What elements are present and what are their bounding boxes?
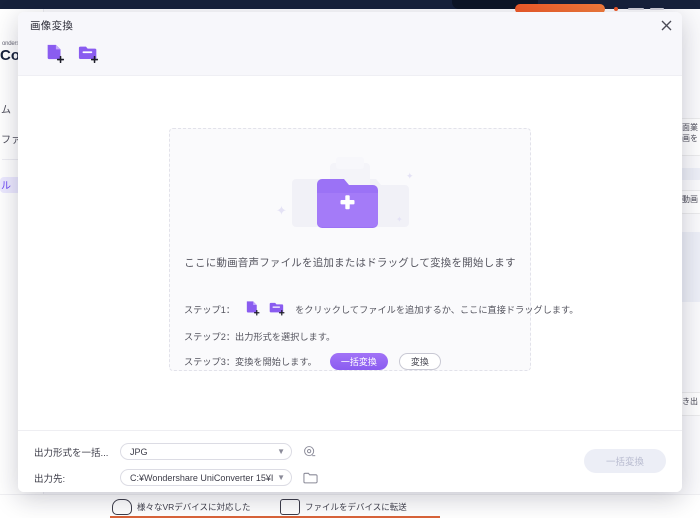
background-bottom-card-vr-label: 様々なVRデバイスに対応した: [137, 502, 251, 512]
dropzone-caption: ここに動画音声ファイルを追加またはドラッグして変換を開始します: [184, 256, 516, 269]
close-icon[interactable]: [656, 15, 676, 35]
step-2-text: ステップ2：出力形式を選択します。: [184, 331, 336, 342]
step-1-icons: [244, 300, 286, 319]
dialog-header: 画像変換: [18, 12, 682, 38]
step-2-row: ステップ2：出力形式を選択します。: [184, 329, 516, 343]
sparkle-icon-right-top: ✦: [406, 170, 414, 181]
background-dash-1: [628, 8, 644, 10]
add-folder-icon[interactable]: [78, 43, 100, 70]
file-dropzone[interactable]: ✦ ✦ ✦ ここに動画音声ファイルを追加またはドラッグして変換を開始します ステ…: [169, 127, 579, 371]
background-bottom-card-transfer[interactable]: ファイルをデバイスに転送: [280, 496, 407, 518]
dialog-toolbar: [18, 38, 682, 76]
sparkle-icon-left: ✦: [276, 202, 287, 218]
output-destination-value: C:¥Wondershare UniConverter 15¥Im: [130, 472, 275, 483]
batch-convert-button[interactable]: 一括変換: [329, 352, 388, 370]
sparkle-icon-right-bottom: ✦: [396, 214, 403, 224]
output-format-value: JPG: [130, 446, 148, 457]
dialog-body: ✦ ✦ ✦ ここに動画音声ファイルを追加またはドラッグして変換を開始します ステ…: [18, 76, 682, 430]
output-format-label: 出力形式を一括...: [34, 447, 109, 459]
vr-headset-icon: [112, 499, 132, 515]
step-add-file-icon[interactable]: [244, 300, 261, 319]
screen-root: ondershare Co ム ファ ル 面業 画を 動画 き出 様々なVRデバ…: [0, 0, 700, 518]
chevron-down-icon: ▼: [277, 447, 285, 456]
step-add-folder-icon[interactable]: [269, 300, 286, 319]
step-3-row: ステップ3：変換を開始します。 一括変換 変換: [184, 352, 516, 370]
folder-open-icon[interactable]: [302, 470, 318, 486]
output-destination-select[interactable]: C:¥Wondershare UniConverter 15¥Im ▼: [120, 469, 292, 486]
device-transfer-icon: [280, 499, 300, 515]
image-conversion-dialog: 画像変換 ✦ ✦ ✦ ここに動画音声ファイルを追加またはドラッグして変換を開始し…: [18, 12, 682, 492]
convert-button[interactable]: 変換: [398, 352, 441, 370]
output-destination-row: 出力先: C:¥Wondershare UniConverter 15¥Im ▼: [34, 467, 668, 488]
steps-list: ステップ1： をクリックしてファイルを追加するか、ここに直接ドラッグします。 ス…: [170, 288, 579, 380]
background-bottom-card-vr[interactable]: 様々なVRデバイスに対応した: [112, 496, 251, 518]
background-accent-dot: [614, 7, 618, 11]
background-brand-large: Co: [0, 47, 20, 64]
step-3-text: ステップ3：変換を開始します。: [184, 357, 317, 367]
dialog-footer: 出力形式を一括... JPG ▼ 出力先: C:¥Wondershare Uni…: [18, 430, 682, 492]
background-bottom-card-transfer-label: ファイルをデバイスに転送: [305, 502, 407, 512]
step-1-suffix: をクリックしてファイルを追加するか、ここに直接ドラッグします。: [295, 305, 579, 315]
output-format-select[interactable]: JPG ▼: [120, 443, 292, 460]
convert-all-button[interactable]: 一括変換: [584, 449, 666, 473]
chevron-down-icon-destination: ▼: [277, 473, 285, 482]
settings-gear-icon[interactable]: [302, 444, 318, 460]
dialog-title: 画像変換: [30, 19, 74, 32]
add-file-icon[interactable]: [44, 43, 66, 70]
dropzone-illustration: ✦ ✦ ✦: [270, 153, 430, 239]
background-dash-2: [650, 8, 664, 10]
output-format-row: 出力形式を一括... JPG ▼: [34, 441, 668, 462]
output-destination-label: 出力先:: [34, 473, 66, 485]
step-1-row: ステップ1： をクリックしてファイルを追加するか、ここに直接ドラッグします。: [184, 300, 579, 319]
step-1-prefix: ステップ1：: [184, 305, 236, 315]
